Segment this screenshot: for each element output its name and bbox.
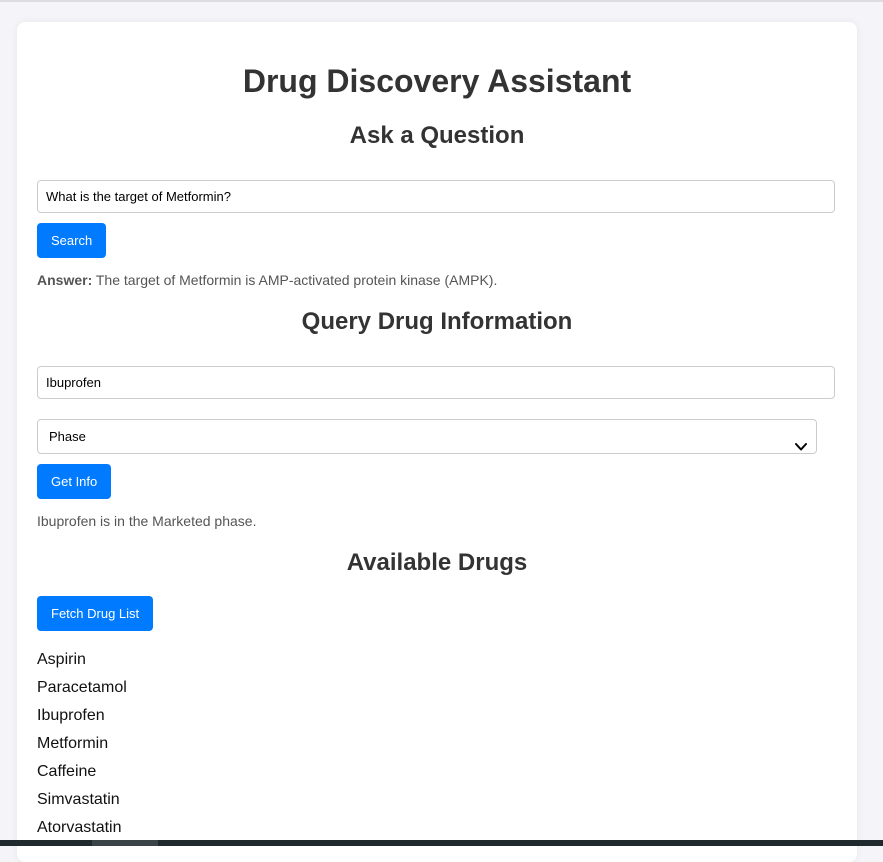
ask-question-heading: Ask a Question [349, 122, 525, 149]
info-type-selected-value: Phase [49, 429, 86, 444]
info-type-select[interactable]: Phase [37, 419, 817, 454]
get-info-button[interactable]: Get Info [37, 464, 112, 499]
search-button[interactable]: Search [37, 223, 107, 258]
main-container: Drug Discovery Assistant Ask a Question … [17, 22, 857, 862]
list-item: Caffeine [37, 763, 97, 780]
drug-info-result: Ibuprofen is in the Marketed phase. [37, 513, 257, 529]
answer-text: The target of Metformin is AMP-activated… [95, 272, 498, 288]
taskbar [0, 840, 883, 846]
list-item: Aspirin [37, 651, 86, 668]
drug-list: Aspirin Paracetamol Ibuprofen Metformin … [37, 648, 127, 844]
drug-name-input[interactable] [37, 366, 835, 399]
window-top-border [0, 0, 883, 2]
list-item: Simvastatin [37, 791, 120, 808]
query-drug-heading: Query Drug Information [301, 308, 573, 335]
list-item: Ibuprofen [37, 707, 105, 724]
answer-label: Answer: [37, 272, 93, 288]
list-item: Metformin [37, 735, 109, 752]
list-item: Paracetamol [37, 679, 127, 696]
fetch-drug-list-button[interactable]: Fetch Drug List [37, 596, 154, 631]
page-title: Drug Discovery Assistant [242, 63, 632, 99]
question-input[interactable] [37, 180, 835, 213]
available-drugs-heading: Available Drugs [346, 549, 528, 576]
chevron-down-icon [795, 431, 807, 451]
answer-output: Answer: The target of Metformin is AMP-a… [37, 272, 497, 288]
taskbar-active-item[interactable] [92, 840, 158, 846]
